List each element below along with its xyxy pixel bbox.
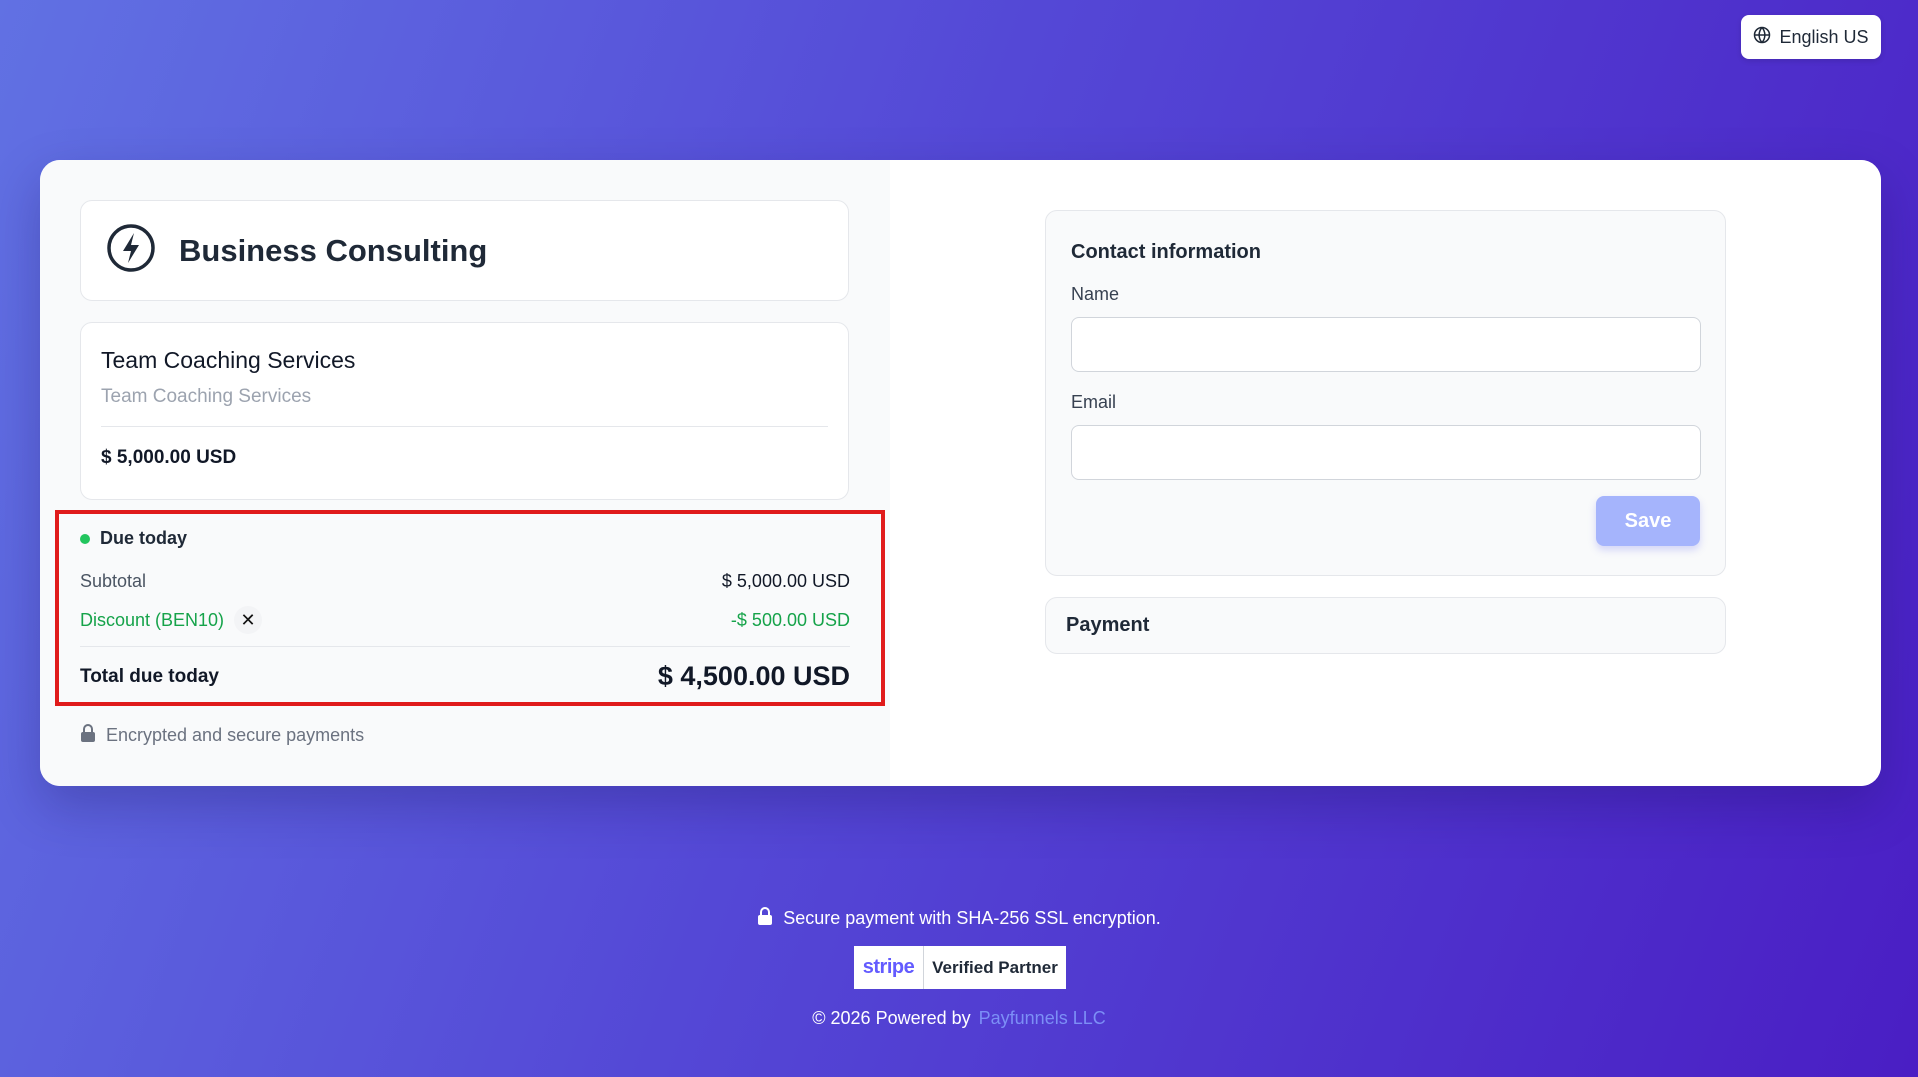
contact-information-section: Contact information Name Email Save: [1045, 210, 1726, 576]
contact-title: Contact information: [1071, 241, 1261, 263]
subtotal-label: Subtotal: [80, 571, 147, 591]
footer-secure-note: Secure payment with SHA-256 SSL encrypti…: [0, 907, 1918, 930]
language-selector[interactable]: English US: [1741, 15, 1881, 59]
copyright-text: © 2026 Powered by: [812, 1008, 971, 1028]
language-label: English US: [1779, 26, 1869, 47]
verified-partner-text: Verified Partner: [932, 957, 1058, 977]
name-label: Name: [1071, 284, 1120, 304]
product-price: $ 5,000.00 USD: [101, 447, 237, 468]
subtotal-row: Subtotal $ 5,000.00 USD: [80, 571, 850, 592]
lightning-icon: [105, 222, 157, 279]
stripe-logo: stripe: [854, 946, 924, 989]
email-label: Email: [1071, 392, 1117, 412]
secure-note-text: Encrypted and secure payments: [106, 725, 365, 745]
order-summary-panel: Business Consulting Team Coaching Servic…: [40, 160, 890, 786]
secure-note: Encrypted and secure payments: [80, 724, 364, 747]
total-value: $ 4,500.00 USD: [657, 661, 850, 691]
email-input[interactable]: [1071, 425, 1701, 480]
checkout-card: Business Consulting Team Coaching Servic…: [40, 160, 1881, 786]
subtotal-value: $ 5,000.00 USD: [721, 571, 850, 591]
checkout-form-panel: Contact information Name Email Save Paym…: [890, 160, 1881, 786]
divider: [80, 646, 850, 647]
business-name: Business Consulting: [179, 232, 488, 268]
globe-icon: [1753, 26, 1771, 49]
status-dot: [80, 533, 90, 544]
discount-value: -$ 500.00 USD: [730, 609, 850, 630]
payment-title: Payment: [1066, 614, 1150, 636]
lock-icon: [80, 724, 96, 747]
payment-section[interactable]: Payment: [1045, 597, 1726, 654]
due-today-summary: Due today Subtotal $ 5,000.00 USD Discou…: [55, 510, 885, 706]
save-button[interactable]: Save: [1596, 496, 1700, 546]
remove-discount-button[interactable]: ✕: [234, 606, 263, 634]
lock-icon: [757, 907, 773, 930]
discount-label: Discount (BEN10): [80, 609, 225, 630]
discount-row: Discount (BEN10) ✕ -$ 500.00 USD: [80, 606, 850, 634]
footer-secure-text: Secure payment with SHA-256 SSL encrypti…: [783, 908, 1161, 928]
divider: [101, 426, 828, 427]
total-label: Total due today: [80, 665, 219, 687]
product-card: Team Coaching Services Team Coaching Ser…: [80, 322, 849, 500]
total-row: Total due today $ 4,500.00 USD: [80, 661, 850, 692]
due-today-label: Due today: [100, 528, 188, 548]
stripe-verified-badge: stripe Verified Partner: [854, 946, 1066, 989]
product-description: Team Coaching Services: [101, 386, 312, 407]
name-input[interactable]: [1071, 317, 1701, 372]
business-header: Business Consulting: [80, 200, 849, 301]
copyright: © 2026 Powered by Payfunnels LLC: [0, 1008, 1918, 1029]
company-link[interactable]: Payfunnels LLC: [979, 1008, 1106, 1029]
product-name: Team Coaching Services: [101, 347, 356, 373]
